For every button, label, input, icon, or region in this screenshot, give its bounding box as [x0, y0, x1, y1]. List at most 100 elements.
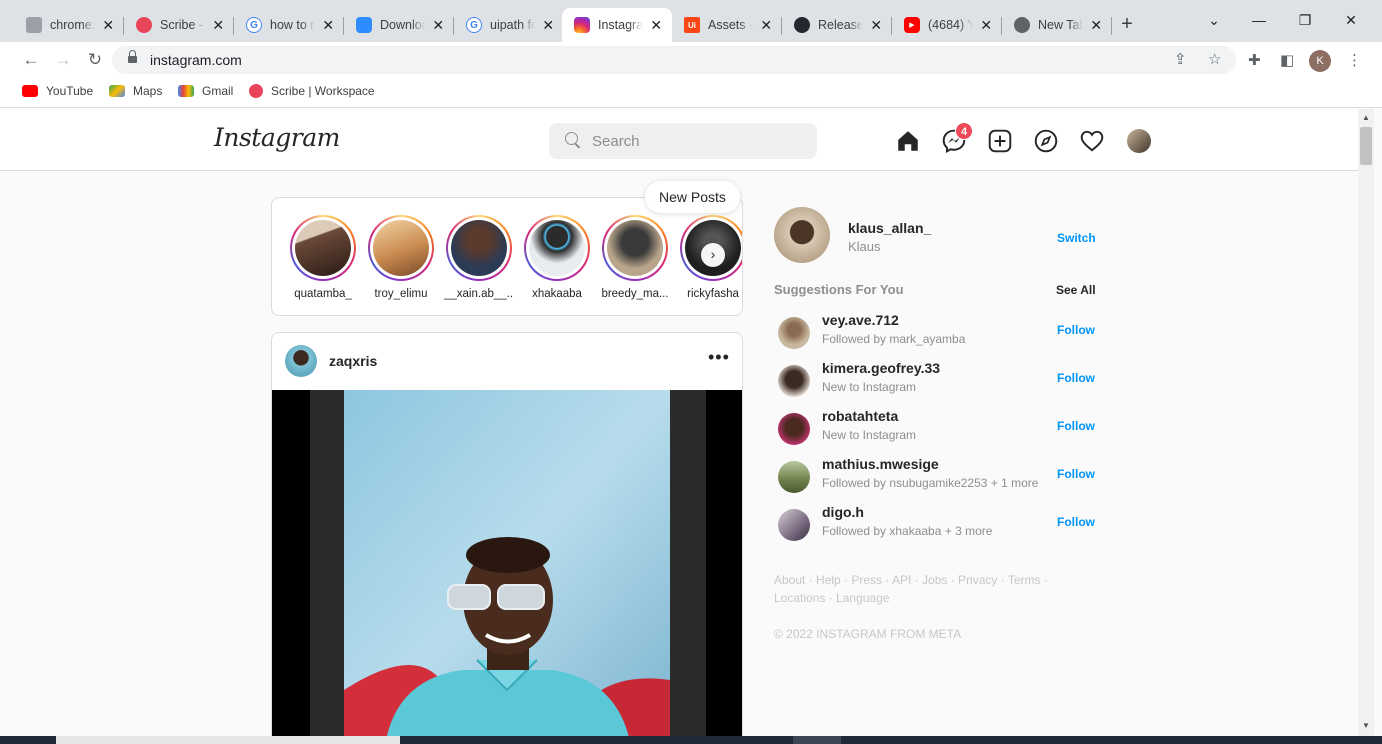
- switch-account-button[interactable]: Switch: [1057, 231, 1096, 245]
- suggestion-avatar[interactable]: [778, 317, 810, 349]
- browser-tab[interactable]: Ui Assets - ✕: [672, 8, 782, 42]
- url-text[interactable]: instagram.com: [150, 52, 242, 68]
- more-options-icon[interactable]: •••: [708, 347, 730, 368]
- suggestion-avatar[interactable]: [778, 461, 810, 493]
- taskbar-app[interactable]: [793, 736, 841, 744]
- suggestion-item: vey.ave.712 Followed by mark_ayamba Foll…: [774, 312, 1104, 356]
- suggestion-username[interactable]: mathius.mwesige: [822, 456, 939, 472]
- youtube-icon: [22, 85, 38, 97]
- scroll-up-icon[interactable]: ▲: [1362, 113, 1370, 122]
- follow-button[interactable]: Follow: [1057, 467, 1095, 481]
- browser-tab-active[interactable]: Instagra ✕: [562, 8, 672, 42]
- footer-links[interactable]: About · Help · Press · API · Jobs · Priv…: [774, 571, 1094, 607]
- close-tab-icon[interactable]: ✕: [759, 17, 774, 34]
- tab-search-icon[interactable]: ⌄: [1202, 12, 1226, 29]
- scrollbar-thumb[interactable]: [1360, 127, 1372, 165]
- new-tab-button[interactable]: +: [1115, 13, 1139, 36]
- address-bar[interactable]: instagram.com ⇪ ☆: [112, 46, 1236, 74]
- reload-icon[interactable]: ↻: [84, 50, 106, 70]
- close-tab-icon[interactable]: ✕: [431, 17, 446, 34]
- close-tab-icon[interactable]: ✕: [649, 17, 664, 34]
- story-item[interactable]: breedy_ma...: [600, 215, 670, 300]
- chevron-right-icon[interactable]: ›: [701, 243, 725, 267]
- new-post-icon[interactable]: [987, 128, 1013, 154]
- instagram-icon: [574, 17, 590, 33]
- browser-tab[interactable]: Scribe - ✕: [124, 8, 234, 42]
- browser-tab[interactable]: chrome:// ✕: [14, 8, 124, 42]
- menu-icon[interactable]: ⋮: [1347, 51, 1362, 69]
- search-input[interactable]: [592, 131, 792, 151]
- close-tab-icon[interactable]: ✕: [869, 17, 884, 34]
- suggestion-subtitle: Followed by mark_ayamba: [822, 332, 966, 346]
- home-icon[interactable]: [895, 128, 921, 154]
- close-tab-icon[interactable]: ✕: [211, 17, 226, 34]
- browser-tab[interactable]: G how to r ✕: [234, 8, 344, 42]
- bookmarks-bar: YouTube Maps Gmail Scribe | Workspace: [0, 78, 1382, 108]
- browser-tab[interactable]: Release ✕: [782, 8, 892, 42]
- suggestion-avatar[interactable]: [778, 365, 810, 397]
- bookmark-star-icon[interactable]: ☆: [1208, 50, 1221, 68]
- my-full-name: Klaus: [848, 239, 881, 254]
- vertical-scrollbar[interactable]: ▲ ▼: [1358, 109, 1374, 736]
- suggestion-username[interactable]: robatahteta: [822, 408, 898, 424]
- story-item[interactable]: __xain.ab__...: [444, 215, 514, 300]
- suggestions-title: Suggestions For You: [774, 282, 904, 297]
- browser-tab[interactable]: New Tab ✕: [1002, 8, 1112, 42]
- lock-icon[interactable]: [128, 50, 137, 65]
- story-avatar: [529, 220, 585, 276]
- suggestion-username[interactable]: digo.h: [822, 504, 864, 520]
- story-item[interactable]: troy_elimu: [366, 215, 436, 300]
- suggestion-avatar[interactable]: [778, 509, 810, 541]
- bookmark-youtube[interactable]: YouTube: [22, 84, 93, 98]
- search-box[interactable]: [549, 123, 817, 159]
- follow-button[interactable]: Follow: [1057, 323, 1095, 337]
- browser-tab[interactable]: G uipath fo ✕: [454, 8, 564, 42]
- browser-tab[interactable]: Downloa ✕: [344, 8, 454, 42]
- browser-tab-bar: chrome:// ✕ Scribe - ✕ G how to r ✕ Down…: [0, 0, 1382, 42]
- follow-button[interactable]: Follow: [1057, 515, 1095, 529]
- bookmark-gmail[interactable]: Gmail: [178, 84, 233, 98]
- forward-icon[interactable]: →: [52, 50, 74, 70]
- bookmark-maps[interactable]: Maps: [109, 84, 162, 98]
- tab-title: Assets -: [708, 18, 753, 32]
- close-window-icon[interactable]: ✕: [1339, 12, 1363, 29]
- post-author-username[interactable]: zaqxris: [329, 353, 377, 369]
- instagram-logo[interactable]: Instagram: [214, 123, 340, 152]
- post-author-avatar[interactable]: [285, 345, 317, 377]
- back-icon[interactable]: ←: [20, 50, 42, 70]
- suggestion-username[interactable]: vey.ave.712: [822, 312, 899, 328]
- my-avatar[interactable]: [774, 207, 830, 263]
- new-posts-button[interactable]: New Posts: [645, 181, 740, 213]
- bookmark-label: Scribe | Workspace: [271, 84, 375, 98]
- close-tab-icon[interactable]: ✕: [321, 17, 336, 34]
- browser-tab[interactable]: ▶ (4684) Y ✕: [892, 8, 1002, 42]
- close-tab-icon[interactable]: ✕: [1089, 17, 1104, 34]
- bookmark-label: Gmail: [202, 84, 234, 98]
- see-all-button[interactable]: See All: [1056, 283, 1096, 297]
- my-username[interactable]: klaus_allan_: [848, 220, 931, 236]
- bookmark-scribe[interactable]: Scribe | Workspace: [249, 84, 375, 98]
- follow-button[interactable]: Follow: [1057, 419, 1095, 433]
- story-username: breedy_ma...: [601, 288, 669, 300]
- google-icon: G: [466, 17, 482, 33]
- restore-icon[interactable]: ❐: [1293, 12, 1317, 29]
- close-tab-icon[interactable]: ✕: [101, 17, 116, 34]
- taskbar-search[interactable]: [56, 736, 400, 744]
- suggestion-avatar[interactable]: [778, 413, 810, 445]
- close-tab-icon[interactable]: ✕: [979, 17, 994, 34]
- profile-avatar[interactable]: K: [1309, 50, 1331, 72]
- share-icon[interactable]: ⇪: [1174, 50, 1187, 68]
- activity-heart-icon[interactable]: [1079, 128, 1105, 154]
- story-item[interactable]: quatamba_: [288, 215, 358, 300]
- follow-button[interactable]: Follow: [1057, 371, 1095, 385]
- scroll-down-icon[interactable]: ▼: [1362, 721, 1370, 730]
- close-tab-icon[interactable]: ✕: [541, 17, 556, 34]
- post-video[interactable]: [272, 390, 742, 736]
- side-panel-icon[interactable]: ◧: [1280, 51, 1294, 69]
- suggestion-username[interactable]: kimera.geofrey.33: [822, 360, 940, 376]
- story-item[interactable]: xhakaaba: [522, 215, 592, 300]
- profile-avatar[interactable]: [1127, 129, 1151, 153]
- extensions-icon[interactable]: ✚: [1248, 51, 1261, 69]
- minimize-icon[interactable]: —: [1247, 12, 1271, 28]
- explore-icon[interactable]: [1033, 128, 1059, 154]
